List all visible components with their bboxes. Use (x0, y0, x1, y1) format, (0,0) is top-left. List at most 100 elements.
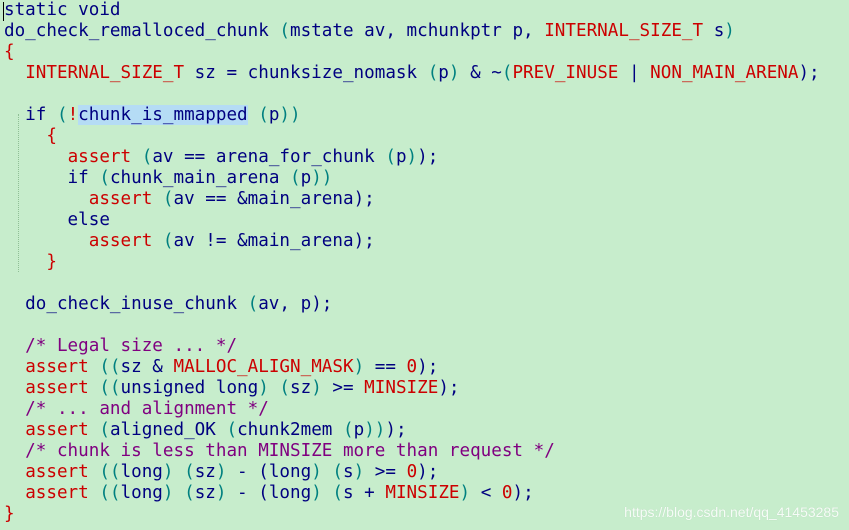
code-token: ( (268, 378, 291, 398)
code-token: (( (88, 357, 121, 377)
code-line[interactable]: if (!chunk_is_mmapped (p)) (4, 105, 820, 126)
code-token: mstate av, mchunkptr p, (290, 21, 545, 41)
code-token: INTERNAL_SIZE_T (25, 63, 185, 83)
code-token: ( (247, 105, 269, 125)
code-token: do_check_inuse_chunk (4, 294, 248, 314)
code-token: (( (88, 378, 121, 398)
code-token: ) (459, 483, 471, 503)
code-token: assert (88, 189, 153, 209)
code-line[interactable]: assert ((sz & MALLOC_ALIGN_MASK) == 0); (4, 357, 820, 378)
code-token: ( (99, 168, 110, 188)
code-token: unsigned long (120, 378, 259, 398)
code-token: { (4, 42, 15, 62)
code-token: assert (25, 462, 89, 482)
code-token: ) (448, 63, 460, 83)
code-token: MINSIZE (385, 483, 460, 503)
code-token: ) (364, 420, 375, 440)
code-line[interactable]: else (4, 210, 820, 231)
code-token: av == &main_arena (173, 189, 354, 209)
code-line[interactable]: assert (av == &main_arena); (4, 189, 820, 210)
code-line[interactable] (4, 84, 820, 105)
code-token: ) (311, 168, 322, 188)
code-line[interactable]: /* chunk is less than MINSIZE more than … (4, 441, 820, 462)
code-token: ( (131, 147, 153, 167)
code-token: 0 (406, 357, 418, 377)
code-token: sz (194, 462, 216, 482)
code-token: sz (194, 483, 216, 503)
code-line[interactable]: static void (4, 0, 820, 21)
code-token: assert (25, 483, 89, 503)
code-token: ); (417, 462, 439, 482)
code-token: chunk2mem (237, 420, 343, 440)
code-token: ); (512, 483, 534, 503)
code-token: >= (364, 462, 407, 482)
code-token: ( (152, 231, 174, 251)
code-token: ); (353, 189, 375, 209)
code-token: - ( (226, 483, 269, 503)
code-line[interactable]: { (4, 126, 820, 147)
code-token: ) (279, 105, 291, 125)
code-token: else (4, 210, 110, 230)
code-token: ( (343, 420, 354, 440)
code-line[interactable]: do_check_remalloced_chunk (mstate av, mc… (4, 21, 820, 42)
code-line[interactable]: { (4, 42, 820, 63)
code-line[interactable]: do_check_inuse_chunk (av, p); (4, 294, 820, 315)
code-token: PREV_INUSE (512, 63, 619, 83)
code-token: ); (385, 420, 407, 440)
code-token: ) (290, 105, 301, 125)
code-token: == (364, 357, 407, 377)
code-token: INTERNAL_SIZE_T (544, 21, 704, 41)
code-token: >= (321, 378, 365, 398)
code-line[interactable]: /* Legal size ... */ (4, 336, 820, 357)
code-token: ) (311, 378, 322, 398)
code-token: MINSIZE (364, 378, 439, 398)
code-line[interactable]: INTERNAL_SIZE_T sz = chunksize_nomask (p… (4, 63, 819, 84)
code-line[interactable]: assert (av != &main_arena); (4, 231, 820, 252)
code-token: long (268, 483, 312, 503)
watermark-text: https://blog.csdn.net/qq_41453285 (624, 504, 839, 520)
code-view[interactable]: static void do_check_remalloced_chunk (ms… (4, 0, 820, 525)
code-line[interactable]: /* ... and alignment */ (4, 399, 820, 420)
code-token: ( (247, 294, 259, 314)
code-token: sz & (120, 357, 174, 377)
code-token: long (268, 462, 312, 482)
code-token: & ~ (459, 63, 502, 83)
code-token: sz (290, 378, 312, 398)
code-token: s (703, 21, 725, 41)
code-line[interactable]: if (chunk_main_arena (p)) (4, 168, 820, 189)
code-token: av, p (258, 294, 312, 314)
code-token: 0 (501, 483, 513, 503)
code-token: long (120, 483, 163, 503)
code-token: ); (311, 294, 333, 314)
code-token: ( (173, 483, 195, 503)
code-token: NON_MAIN_ARENA (650, 63, 799, 83)
code-token: p (395, 147, 407, 167)
code-line[interactable] (4, 273, 820, 294)
code-token: MALLOC_ALIGN_MASK (173, 357, 354, 377)
code-token: p (438, 63, 449, 83)
code-token: ) (162, 483, 174, 503)
code-token: if (4, 168, 100, 188)
code-line[interactable]: assert ((long) (sz) - (long) (s) >= 0); (4, 462, 820, 483)
code-token: ) (162, 462, 174, 482)
code-line[interactable]: assert ((unsigned long) (sz) >= MINSIZE)… (4, 378, 820, 399)
code-line[interactable]: assert (aligned_OK (chunk2mem (p))); (4, 420, 820, 441)
code-line[interactable]: assert (av == arena_for_chunk (p)); (4, 147, 820, 168)
code-token: do_check_remalloced_chunk (4, 21, 280, 41)
code-line[interactable]: assert ((long) (sz) - (long) (s + MINSIZ… (4, 483, 820, 504)
code-token: static void (4, 0, 121, 20)
code-token: long (120, 462, 163, 482)
code-editor[interactable]: static void do_check_remalloced_chunk (ms… (0, 0, 849, 530)
code-token: /* ... and alignment */ (4, 399, 269, 419)
code-token: { (4, 126, 57, 146)
code-line[interactable]: } (4, 252, 820, 273)
code-token: assert (25, 378, 89, 398)
code-token: /* Legal size ... */ (4, 336, 238, 356)
code-token: | (618, 63, 651, 83)
code-line[interactable] (4, 315, 820, 336)
